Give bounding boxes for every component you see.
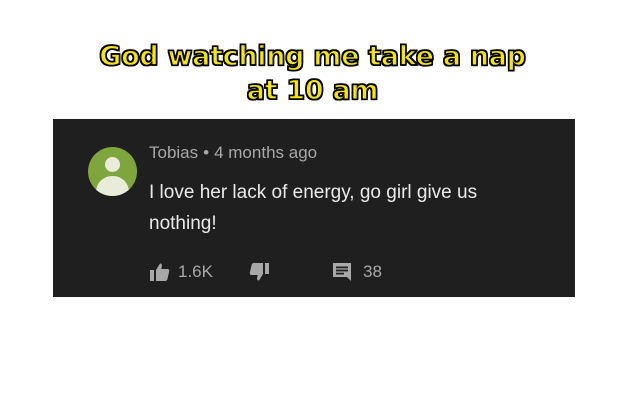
reply-count[interactable]: 38 xyxy=(363,262,382,282)
meme-caption: God watching me take a nap at 10 am xyxy=(0,40,625,108)
thumbs-down-icon[interactable] xyxy=(247,260,271,284)
comment-author[interactable]: Tobias xyxy=(149,143,198,162)
caption-line-1: God watching me take a nap xyxy=(99,40,527,72)
like-count: 1.6K xyxy=(178,262,213,281)
thumbs-up-icon[interactable] xyxy=(148,260,172,284)
meme-page: God watching me take a nap at 10 am Tobi… xyxy=(0,0,625,415)
avatar[interactable] xyxy=(88,147,137,196)
avatar-head-shape xyxy=(105,157,120,172)
comment-actions: 1.6K 38 xyxy=(148,259,448,287)
caption-line-2: at 10 am xyxy=(246,74,379,106)
meta-separator: • xyxy=(203,143,210,162)
comment-body: I love her lack of energy, go girl give … xyxy=(149,182,478,234)
avatar-body-shape xyxy=(96,176,129,196)
comment-bubble-icon[interactable] xyxy=(330,260,354,284)
comment-timestamp[interactable]: 4 months ago xyxy=(214,143,317,162)
comment-card: Tobias • 4 months ago I love her lack of e… xyxy=(53,119,575,297)
comment-meta: Tobias • 4 months ago xyxy=(149,143,317,163)
